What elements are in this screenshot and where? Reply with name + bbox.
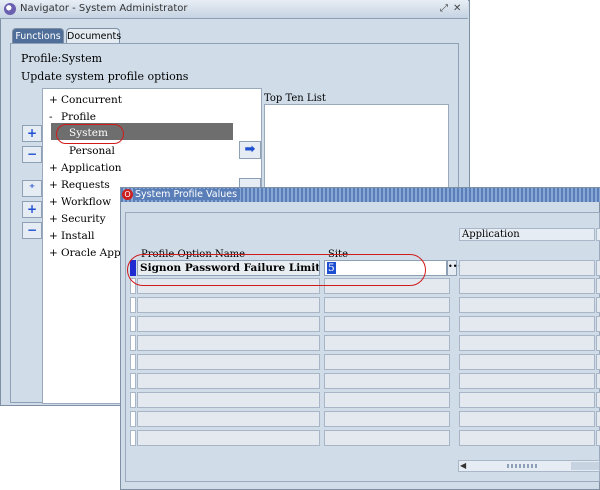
application-value-field[interactable] <box>459 297 595 313</box>
site-value-field[interactable] <box>324 297 450 313</box>
tree-item-security[interactable]: + Security <box>49 213 106 225</box>
site-value-field[interactable] <box>324 411 450 427</box>
tree-item-label: Profile <box>61 111 96 123</box>
application-value-field[interactable] <box>459 260 595 276</box>
user-value-field[interactable] <box>596 354 600 370</box>
next-column-group <box>596 228 600 241</box>
application-column-group: Application <box>459 228 595 241</box>
application-value-field[interactable] <box>459 430 595 446</box>
responsibility-label: Profile:System <box>21 52 103 65</box>
profile-values-titlebar[interactable]: O System Profile Values <box>121 188 600 202</box>
tree-item-label: Concurrent <box>61 94 122 106</box>
record-indicator[interactable] <box>130 297 136 313</box>
application-value-field[interactable] <box>459 278 595 294</box>
scroll-thumb[interactable] <box>571 462 599 470</box>
tree-item-profile[interactable]: - Profile <box>49 111 96 123</box>
tree-item-label: Requests <box>61 179 110 191</box>
navigator-titlebar[interactable]: Navigator - System Administrator ⤢ ✕ <box>0 0 468 19</box>
user-value-field[interactable] <box>596 316 600 332</box>
application-value-field[interactable] <box>459 316 595 332</box>
profile-option-name-field[interactable] <box>137 354 320 370</box>
highlight-oval-system <box>56 124 124 144</box>
tree-item-workflow[interactable]: + Workflow <box>49 196 111 208</box>
add-to-top-ten-button[interactable]: ➡ <box>239 141 261 159</box>
application-value-field[interactable] <box>459 335 595 351</box>
tab-documents[interactable]: Documents <box>66 28 121 44</box>
expand-icon[interactable]: + <box>49 162 61 174</box>
profile-option-name-field[interactable] <box>137 335 320 351</box>
record-indicator[interactable] <box>130 392 136 408</box>
profile-option-name-field[interactable] <box>137 316 320 332</box>
collapse-one-button[interactable]: − <box>22 146 42 163</box>
oracle-icon: O <box>122 189 133 200</box>
profile-option-name-field[interactable] <box>137 411 320 427</box>
tree-item-personal[interactable]: Personal <box>69 145 115 157</box>
tree-item-application[interactable]: + Application <box>49 162 122 174</box>
navigator-title: Navigator - System Administrator <box>20 3 188 14</box>
tree-item-label: Security <box>61 213 106 225</box>
tree-item-label: Workflow <box>61 196 112 208</box>
tree-item-label: Personal <box>69 145 115 157</box>
profile-option-name-field[interactable] <box>137 430 320 446</box>
collapse-all-button[interactable]: − <box>22 222 42 239</box>
user-value-field[interactable] <box>596 278 600 294</box>
record-indicator[interactable] <box>130 335 136 351</box>
profile-option-name-field[interactable] <box>137 297 320 313</box>
expand-icon[interactable]: + <box>49 196 61 208</box>
user-value-field[interactable] <box>596 260 600 276</box>
site-value-field[interactable] <box>324 316 450 332</box>
profile-option-name-field[interactable] <box>137 373 320 389</box>
profile-values-title: System Profile Values <box>135 189 241 200</box>
user-value-field[interactable] <box>596 297 600 313</box>
top-ten-label: Top Ten List <box>264 93 326 104</box>
expand-all-button[interactable]: + <box>22 201 42 218</box>
lov-button[interactable]: ••• <box>447 260 462 276</box>
record-indicator[interactable] <box>130 430 136 446</box>
application-value-field[interactable] <box>459 411 595 427</box>
record-indicator[interactable] <box>130 411 136 427</box>
site-value-field[interactable] <box>324 392 450 408</box>
user-value-field[interactable] <box>596 335 600 351</box>
expand-icon[interactable]: + <box>49 179 61 191</box>
tree-item-label: Application <box>61 162 122 174</box>
scroll-grip[interactable] <box>507 464 537 468</box>
record-indicator[interactable] <box>130 316 136 332</box>
record-indicator[interactable] <box>130 373 136 389</box>
site-value-field[interactable] <box>324 335 450 351</box>
right-arrow-icon: ➡ <box>244 142 256 157</box>
expand-icon[interactable]: + <box>49 94 61 106</box>
resize-icon[interactable]: ⤢ <box>440 3 448 15</box>
user-value-field[interactable] <box>596 392 600 408</box>
tree-item-label: Install <box>61 230 95 242</box>
expand-icon[interactable]: + <box>49 213 61 225</box>
function-heading: Update system profile options <box>21 70 189 83</box>
expand-icon[interactable]: + <box>49 230 61 242</box>
collapse-icon[interactable]: - <box>49 111 61 123</box>
horizontal-scrollbar[interactable]: ◀ <box>458 460 600 472</box>
highlight-oval-signon-row <box>127 254 426 286</box>
user-value-field[interactable] <box>596 430 600 446</box>
tree-item-concurrent[interactable]: + Concurrent <box>49 94 122 106</box>
application-value-field[interactable] <box>459 373 595 389</box>
close-icon[interactable]: ✕ <box>453 3 461 15</box>
app-icon <box>4 3 16 15</box>
application-value-field[interactable] <box>459 354 595 370</box>
tree-item-install[interactable]: + Install <box>49 230 95 242</box>
expand-branch-button[interactable]: ⁺ <box>22 180 42 197</box>
site-value-field[interactable] <box>324 354 450 370</box>
tab-functions[interactable]: Functions <box>12 28 64 44</box>
expand-one-button[interactable]: + <box>22 125 42 142</box>
tree-item-requests[interactable]: + Requests <box>49 179 110 191</box>
site-value-field[interactable] <box>324 373 450 389</box>
record-indicator[interactable] <box>130 354 136 370</box>
application-value-field[interactable] <box>459 392 595 408</box>
profile-option-name-field[interactable] <box>137 392 320 408</box>
site-value-field[interactable] <box>324 430 450 446</box>
user-value-field[interactable] <box>596 411 600 427</box>
expand-icon[interactable]: + <box>49 247 61 259</box>
scroll-left-icon[interactable]: ◀ <box>460 461 466 471</box>
user-value-field[interactable] <box>596 373 600 389</box>
